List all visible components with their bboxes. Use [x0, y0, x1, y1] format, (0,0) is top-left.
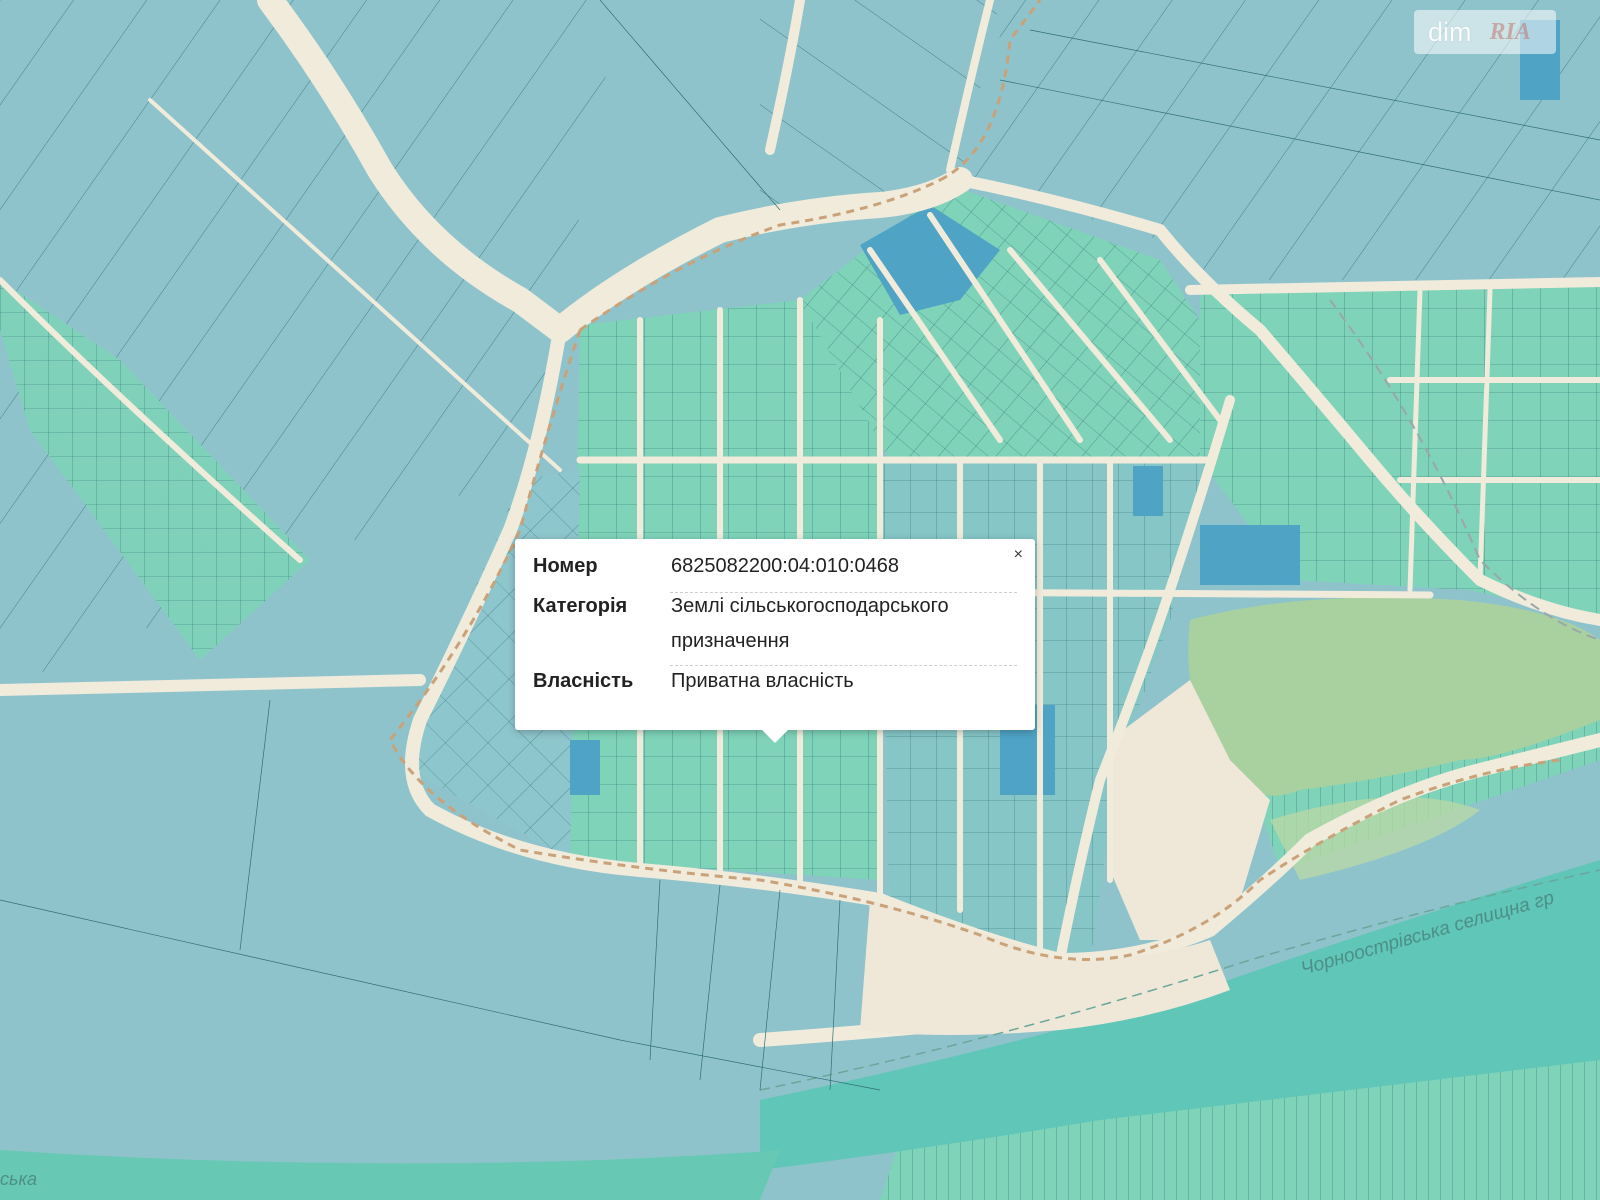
field-number: Номер 6825082200:04:010:0468: [533, 549, 1017, 584]
watermark-brand-logo: RIA: [1489, 18, 1531, 45]
field-number-label: Номер: [533, 555, 598, 577]
parcel-dark-4[interactable]: [570, 740, 600, 795]
popup-pointer: [762, 730, 788, 743]
field-category-label: Категорія: [533, 595, 628, 617]
field-ownership: Власність Приватна власність: [533, 664, 1017, 699]
field-number-value: 6825082200:04:010:0468: [671, 555, 900, 577]
river-edge-label: ська: [0, 1169, 37, 1189]
field-ownership-value: Приватна власність: [671, 670, 854, 692]
parcel-dark-1[interactable]: [1200, 525, 1300, 585]
parcel-dark-5[interactable]: [1133, 466, 1163, 516]
field-category: Категорія Землі сільськогосподарського п…: [533, 589, 1017, 659]
dim-ria-watermark: dim RIA: [1414, 10, 1556, 54]
field-category-value: Землі сільськогосподарського призначення: [671, 595, 949, 652]
field-ownership-label: Власність: [533, 670, 634, 692]
watermark-brand: dim: [1428, 16, 1472, 47]
parcel-info-popup: × Номер 6825082200:04:010:0468 Категорія…: [515, 539, 1035, 730]
